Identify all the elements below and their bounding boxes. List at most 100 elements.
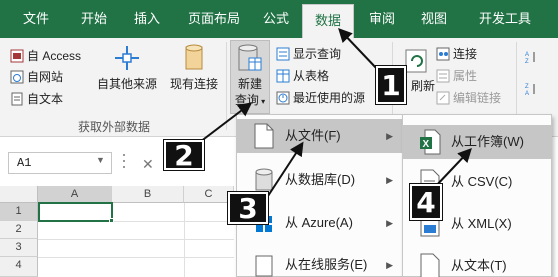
- other-sources-icon: [115, 46, 139, 70]
- menu-item-from-file[interactable]: 从文件(F) ▶: [237, 119, 405, 153]
- existing-connections-icon: [185, 44, 203, 70]
- tab-page-layout[interactable]: 页面布局: [177, 0, 251, 38]
- menu-item-from-online-services[interactable]: 从在线服务(E) ▶: [237, 248, 405, 277]
- menu-item-label: 从工作簿(W): [451, 134, 524, 149]
- new-query-content: 新建 查询 ▾: [230, 42, 270, 110]
- recent-sources-label: 最近使用的源: [293, 91, 366, 105]
- new-query-icon: [238, 44, 262, 71]
- submenu-arrow-icon: ▶: [386, 260, 393, 270]
- new-query-label-text: 查询: [234, 93, 259, 107]
- other-sources-button[interactable]: 自其他来源: [92, 44, 162, 92]
- online-services-icon: [255, 255, 273, 277]
- text-file-icon: [11, 92, 23, 106]
- step-badge-2: 2: [164, 140, 204, 170]
- menu-item-label: 从 XML(X): [451, 216, 512, 231]
- row-header[interactable]: 3: [0, 239, 38, 257]
- svg-text:Z: Z: [525, 59, 529, 64]
- show-queries-label: 显示查询: [293, 47, 342, 61]
- properties-icon: [436, 69, 450, 83]
- svg-text:Z: Z: [525, 84, 529, 90]
- step-badge-1: 1: [376, 66, 406, 104]
- menu-item-label: 从文件(F): [285, 128, 341, 143]
- tab-review[interactable]: 审阅: [360, 0, 404, 38]
- submenu-arrow-icon: ▶: [386, 218, 393, 228]
- from-web-button[interactable]: 自网站: [10, 68, 63, 86]
- database-icon: [255, 168, 273, 191]
- from-web-label: 自网站: [27, 70, 64, 84]
- sort-az-icon: AZ: [525, 52, 535, 64]
- text-file-icon: [420, 253, 440, 277]
- new-query-label-line2: 查询 ▾: [230, 92, 270, 110]
- menu-item-label: 从 CSV(C): [451, 174, 513, 189]
- connections-button[interactable]: 连接: [436, 45, 477, 63]
- select-all-corner[interactable]: [0, 186, 38, 203]
- file-icon: [254, 123, 274, 149]
- from-access-label: 自 Access: [27, 49, 82, 63]
- menu-item-label: 从 Azure(A): [285, 215, 353, 230]
- excel-workbook-icon: X: [420, 129, 441, 155]
- tab-formulas[interactable]: 公式: [254, 0, 298, 38]
- row-header[interactable]: 2: [0, 221, 38, 239]
- edit-links-button[interactable]: 编辑链接: [436, 89, 501, 107]
- other-sources-label: 自其他来源: [96, 77, 157, 91]
- show-queries-icon: [276, 47, 290, 61]
- active-cell[interactable]: [38, 202, 113, 222]
- menu-item-label: 从文本(T): [451, 258, 507, 273]
- existing-connections-button[interactable]: 现有连接: [166, 44, 222, 92]
- grid-line: [184, 203, 185, 277]
- properties-button[interactable]: 属性: [436, 67, 477, 85]
- menu-item-from-workbook[interactable]: X 从工作簿(W): [403, 125, 551, 159]
- menu-item-from-text[interactable]: 从文本(T): [403, 249, 551, 277]
- grid-line: [38, 257, 234, 258]
- excel-window: 文件 开始 插入 页面布局 公式 数据 审阅 视图 开发工具 自 Access …: [0, 0, 558, 277]
- tab-data[interactable]: 数据: [302, 4, 354, 38]
- access-icon: [10, 49, 24, 63]
- edit-links-icon: [436, 91, 450, 105]
- from-text-label: 自文本: [27, 92, 64, 106]
- column-header[interactable]: B: [112, 186, 184, 203]
- column-header[interactable]: C: [184, 186, 234, 203]
- sort-za-button[interactable]: ZA: [524, 80, 541, 98]
- tab-developer[interactable]: 开发工具: [468, 0, 542, 38]
- column-header[interactable]: A: [38, 186, 112, 203]
- sort-za-icon: ZA: [525, 84, 535, 96]
- tab-insert[interactable]: 插入: [125, 0, 169, 38]
- connections-label: 连接: [453, 47, 478, 61]
- edit-links-label: 编辑链接: [453, 91, 502, 105]
- name-box-dropdown-icon[interactable]: ▼: [96, 155, 105, 165]
- dropdown-caret-icon: ▾: [258, 97, 266, 106]
- row-header[interactable]: 1: [0, 203, 38, 221]
- from-access-button[interactable]: 自 Access: [10, 47, 81, 65]
- clock-icon: [276, 91, 290, 105]
- submenu-arrow-icon: ▶: [386, 175, 393, 185]
- step-badge-3: 3: [228, 192, 268, 224]
- formula-bar-grip: [120, 150, 128, 176]
- tab-view[interactable]: 视图: [412, 0, 456, 38]
- row-header[interactable]: 4: [0, 257, 38, 277]
- ribbon-tab-bar: 文件 开始 插入 页面布局 公式 数据 审阅 视图 开发工具: [0, 0, 558, 38]
- sort-az-button[interactable]: AZ: [524, 48, 541, 66]
- show-queries-button[interactable]: 显示查询: [276, 45, 341, 63]
- new-query-label-line1: 新建: [237, 77, 262, 91]
- from-table-label: 从表格: [293, 69, 330, 83]
- tab-home[interactable]: 开始: [72, 0, 116, 38]
- fill-handle[interactable]: [109, 218, 114, 223]
- connections-icon: [436, 47, 450, 61]
- grid-line: [112, 221, 234, 222]
- cancel-icon[interactable]: ✕: [142, 156, 154, 173]
- recent-sources-button[interactable]: 最近使用的源: [276, 89, 365, 107]
- svg-text:A: A: [525, 91, 529, 96]
- get-external-data-group-label: 获取外部数据: [78, 120, 151, 134]
- tab-file[interactable]: 文件: [14, 0, 58, 38]
- group-separator: [226, 42, 227, 130]
- from-table-button[interactable]: 从表格: [276, 67, 329, 85]
- menu-item-label: 从在线服务(E): [285, 257, 368, 272]
- refresh-icon: [405, 49, 427, 73]
- svg-text:A: A: [525, 52, 529, 58]
- grid-line: [38, 239, 234, 240]
- existing-connections-label: 现有连接: [169, 77, 218, 91]
- properties-label: 属性: [453, 69, 478, 83]
- web-icon: [10, 70, 24, 84]
- from-text-button[interactable]: 自文本: [10, 90, 63, 108]
- menu-item-label: 从数据库(D): [285, 172, 356, 187]
